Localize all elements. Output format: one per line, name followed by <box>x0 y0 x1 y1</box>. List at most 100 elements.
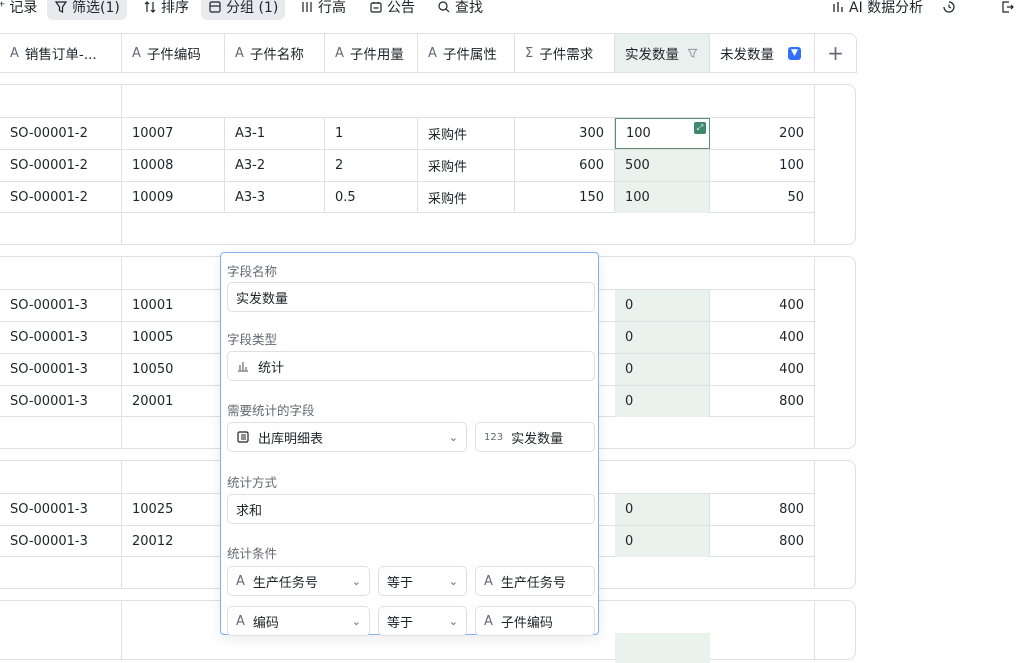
cell-sales-order[interactable]: SO-00001-3 <box>0 386 122 417</box>
cell-part-demand[interactable]: 600 <box>515 150 615 181</box>
column-header-part-code[interactable]: A 子件编码 <box>122 34 225 72</box>
field-name-input[interactable]: 实发数量 <box>227 282 595 312</box>
cell-unissued-qty[interactable]: 50 <box>710 182 815 213</box>
stat-table-select[interactable]: 出库明细表 ⌄ <box>227 422 467 452</box>
cell-part-code[interactable]: 10007 <box>122 118 225 149</box>
chevron-down-icon: ⌄ <box>351 614 361 628</box>
cell-unissued-qty[interactable]: 400 <box>710 322 815 353</box>
ai-analysis-button[interactable]: AI 数据分析 <box>831 0 923 20</box>
condition2-value: 子件编码 <box>500 615 553 631</box>
cell-unissued-qty[interactable]: 800 <box>710 494 815 525</box>
cell-part-attr[interactable]: 采购件 <box>418 150 515 181</box>
history-button[interactable] <box>942 0 956 20</box>
table-row[interactable]: SO-00001-2 10009 A3-3 0.5 采购件 150 100 50 <box>0 181 815 213</box>
cell-issued-qty[interactable]: 0 <box>615 354 710 385</box>
method-select[interactable]: 求和 <box>227 494 595 524</box>
cell-sales-order[interactable]: SO-00001-2 <box>0 182 122 213</box>
cell-issued-qty[interactable]: 0 <box>615 290 710 321</box>
ai-chart-icon <box>833 2 843 12</box>
cell-part-code[interactable]: 10050 <box>122 354 225 385</box>
field-name-value: 实发数量 <box>236 291 289 307</box>
cell-sales-order[interactable]: SO-00001-2 <box>0 150 122 181</box>
cell-sales-order[interactable]: SO-00001-3 <box>0 290 122 321</box>
column-header-unissued-qty[interactable]: 未发数量 ▼ <box>710 34 815 72</box>
column-header-part-name[interactable]: A 子件名称 <box>225 34 325 72</box>
text-field-icon: A <box>235 45 244 61</box>
condition1-operator-select[interactable]: 等于 ⌄ <box>378 566 467 596</box>
cell-issued-qty[interactable]: 100 <box>615 182 710 213</box>
ai-analysis-label: AI 数据分析 <box>849 0 924 16</box>
text-field-icon: A <box>132 45 141 61</box>
cell-part-code[interactable]: 10008 <box>122 150 225 181</box>
add-column-button[interactable]: + <box>815 34 856 72</box>
notice-button[interactable]: 公告 <box>369 0 415 20</box>
sort-button[interactable]: 排序 <box>143 0 189 20</box>
cell-part-name[interactable]: A3-2 <box>225 150 325 181</box>
expand-icon[interactable]: ⤢ <box>694 122 706 134</box>
cell-part-demand[interactable]: 150 <box>515 182 615 213</box>
cell-unissued-qty[interactable]: 100 <box>710 150 815 181</box>
cell-part-demand[interactable]: 300 <box>515 118 615 149</box>
divider <box>814 601 815 661</box>
cell-sales-order[interactable]: SO-00001-3 <box>0 322 122 353</box>
column-header-part-demand[interactable]: Σ 子件需求 <box>515 34 615 72</box>
cell-sales-order[interactable]: SO-00001-3 <box>0 494 122 525</box>
table-row[interactable]: SO-00001-2 10008 A3-2 2 采购件 600 500 100 <box>0 149 815 181</box>
cell-issued-qty[interactable]: 0 <box>615 526 710 557</box>
cell-issued-qty[interactable]: 0 <box>615 386 710 417</box>
cell-unissued-qty[interactable]: 400 <box>710 354 815 385</box>
cell-unissued-qty[interactable]: 800 <box>710 386 815 417</box>
cell-part-code[interactable]: 20001 <box>122 386 225 417</box>
search-button[interactable]: 查找 <box>437 0 483 20</box>
cell-part-name[interactable]: A3-3 <box>225 182 325 213</box>
record-icon: ⁺ <box>0 0 6 15</box>
cell-part-attr[interactable]: 采购件 <box>418 118 515 149</box>
cell-unissued-qty[interactable]: 200 <box>710 118 815 149</box>
cell-part-attr[interactable]: 采购件 <box>418 182 515 213</box>
filter-icon <box>54 1 68 13</box>
table-icon <box>237 431 249 443</box>
field-type-label: 字段类型 <box>227 332 278 347</box>
cell-part-usage[interactable]: 2 <box>325 150 418 181</box>
cell-issued-qty[interactable]: 500 <box>615 150 710 181</box>
row-height-button[interactable]: 行高 <box>300 0 346 20</box>
field-type-value: 统计 <box>258 360 285 376</box>
divider <box>121 601 122 661</box>
field-type-select[interactable]: 统计 <box>227 351 595 381</box>
column-header-part-usage[interactable]: A 子件用量 <box>325 34 418 72</box>
cell-part-code[interactable]: 10001 <box>122 290 225 321</box>
table-row[interactable]: SO-00001-2 10007 A3-1 1 采购件 300 100 ⤢ 20… <box>0 117 815 149</box>
cell-unissued-qty[interactable]: 800 <box>710 526 815 557</box>
export-button[interactable] <box>1000 0 1014 20</box>
column-header-sales-order[interactable]: A 销售订单-... <box>0 34 122 72</box>
cell-part-code[interactable]: 10005 <box>122 322 225 353</box>
cell-sales-order[interactable]: SO-00001-3 <box>0 526 122 557</box>
cell-sales-order[interactable]: SO-00001-3 <box>0 354 122 385</box>
cell-sales-order[interactable]: SO-00001-2 <box>0 118 122 149</box>
cell-issued-qty[interactable]: 0 <box>615 322 710 353</box>
cell-part-code[interactable]: 10025 <box>122 494 225 525</box>
column-header-part-attr[interactable]: A 子件属性 <box>418 34 515 72</box>
column-header-issued-qty[interactable]: 实发数量 <box>615 34 710 72</box>
condition2-value-select[interactable]: A 子件编码 <box>475 606 595 636</box>
cell-issued-qty-active[interactable]: 100 ⤢ <box>615 118 710 149</box>
cell-part-usage[interactable]: 0.5 <box>325 182 418 213</box>
condition1-field-select[interactable]: A 生产任务号 ⌄ <box>227 566 370 596</box>
stat-field-label: 需要统计的字段 <box>227 403 315 418</box>
cell-issued-qty[interactable]: 0 <box>615 494 710 525</box>
filter-button[interactable]: 筛选(1) <box>47 0 127 20</box>
group-button[interactable]: 分组 (1) <box>201 0 286 20</box>
column-label: 子件属性 <box>442 47 497 63</box>
cell-part-code[interactable]: 20012 <box>122 526 225 557</box>
cell-part-code[interactable]: 10009 <box>122 182 225 213</box>
condition2-operator-select[interactable]: 等于 ⌄ <box>378 606 467 636</box>
cell-part-usage[interactable]: 1 <box>325 118 418 149</box>
cell-part-name[interactable]: A3-1 <box>225 118 325 149</box>
stat-field-select[interactable]: 123 实发数量 <box>475 422 595 452</box>
cell-unissued-qty[interactable]: 400 <box>710 290 815 321</box>
record-button[interactable]: ⁺ 记录 <box>0 0 37 20</box>
condition2-field-select[interactable]: A 编码 ⌄ <box>227 606 370 636</box>
condition1-value-select[interactable]: A 生产任务号 <box>475 566 595 596</box>
row-height-label: 行高 <box>318 0 346 16</box>
text-field-icon: A <box>236 613 245 629</box>
